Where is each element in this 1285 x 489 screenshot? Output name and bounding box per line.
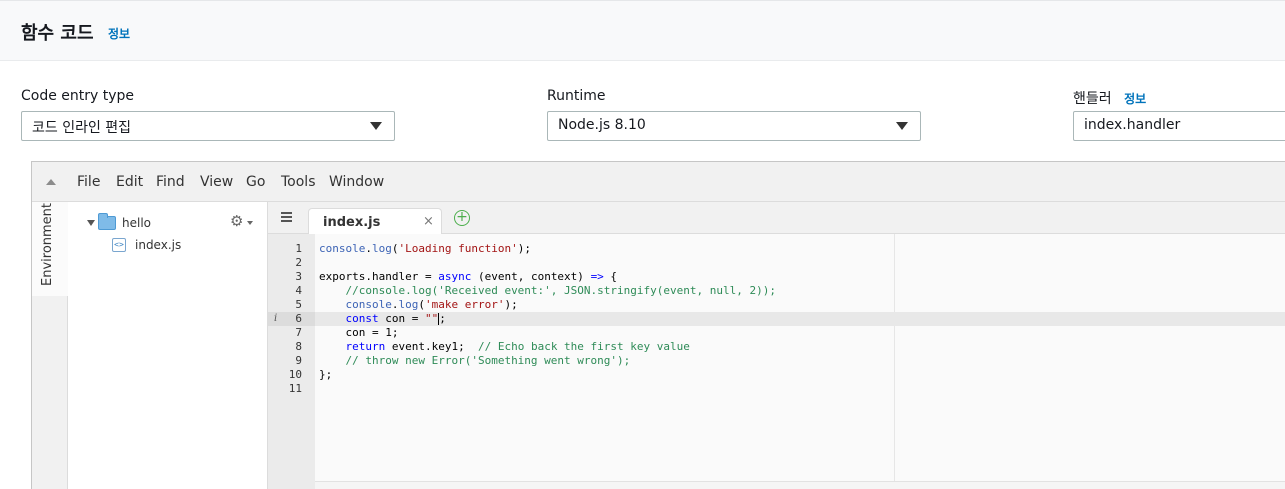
tab-index-js[interactable]: index.js × <box>308 208 442 235</box>
code-line: console.log('Loading function'); <box>319 242 531 255</box>
runtime-value: Node.js 8.10 <box>558 117 646 133</box>
file-tree: hello ⚙ <> index.js <box>68 202 268 489</box>
code-line: console.log('make error'); <box>345 298 518 311</box>
code-entry-type-value: 코드 인라인 편집 <box>32 120 132 136</box>
handler-info-link[interactable]: 정보 <box>1124 92 1146 106</box>
editor-tabbar: index.js × + <box>268 202 1285 235</box>
code-line: const con = ""; <box>345 312 446 325</box>
handler-label-row: 핸들러 정보 <box>1073 88 1146 108</box>
add-tab-icon[interactable]: + <box>454 210 470 226</box>
ide-menubar: File Edit Find View Go Tools Window <box>32 162 1285 202</box>
tab-list-icon[interactable] <box>279 212 292 223</box>
code-line: }; <box>319 368 333 381</box>
handler-input[interactable]: index.handler <box>1073 111 1285 141</box>
code-content[interactable]: console.log('Loading function'); exports.… <box>315 234 1285 489</box>
line-number: 1 <box>295 242 302 255</box>
code-line: return event.key1; // Echo back the firs… <box>345 340 690 353</box>
horizontal-scrollbar[interactable] <box>315 481 1285 489</box>
side-panel-tabs: Environment <box>32 202 68 489</box>
chevron-down-icon <box>896 122 908 130</box>
runtime-label: Runtime <box>547 88 606 104</box>
gear-caret-icon <box>247 221 253 225</box>
page-title: 함수 코드 <box>21 23 94 44</box>
tab-environment[interactable]: Environment <box>32 202 68 296</box>
line-number: 11 <box>288 382 302 395</box>
menu-go[interactable]: Go <box>246 174 265 190</box>
line-number-gutter: 1 2 3 4 5 6 i 7 8 9 10 11 <box>268 234 315 489</box>
line-number: 10 <box>288 368 302 381</box>
code-line: // throw new Error('Something went wrong… <box>345 354 631 367</box>
menu-view[interactable]: View <box>200 174 233 190</box>
menu-tools[interactable]: Tools <box>281 174 316 190</box>
menu-edit[interactable]: Edit <box>116 174 143 190</box>
file-index-js[interactable]: index.js <box>135 238 181 252</box>
environment-tab-label: Environment <box>40 202 55 286</box>
code-entry-type-label: Code entry type <box>21 88 135 104</box>
close-icon[interactable]: × <box>423 214 434 229</box>
info-annotation-icon[interactable]: i <box>274 312 277 326</box>
menu-find[interactable]: Find <box>156 174 185 190</box>
gear-icon[interactable]: ⚙ <box>230 214 243 229</box>
code-line: //console.log('Received event:', JSON.st… <box>345 284 776 297</box>
collapse-menu-icon[interactable] <box>46 179 56 185</box>
header-info-link[interactable]: 정보 <box>108 25 130 42</box>
line-number: 5 <box>295 298 302 311</box>
code-entry-type-select[interactable]: 코드 인라인 편집 <box>21 111 395 141</box>
line-number: 8 <box>295 340 302 353</box>
folder-icon <box>98 213 116 230</box>
line-number: 9 <box>295 354 302 367</box>
expand-folder-icon[interactable] <box>87 220 95 226</box>
menu-file[interactable]: File <box>77 174 100 190</box>
line-number: 2 <box>295 256 302 269</box>
line-number: 3 <box>295 270 302 283</box>
folder-hello[interactable]: hello <box>122 216 151 230</box>
handler-label: 핸들러 <box>1073 91 1112 107</box>
chevron-down-icon <box>370 122 382 130</box>
tab-label: index.js <box>323 215 381 230</box>
code-line: exports.handler = async (event, context)… <box>319 270 618 283</box>
js-file-icon: <> <box>112 238 126 252</box>
line-number: 4 <box>295 284 302 297</box>
code-line: con = 1; <box>319 326 399 339</box>
menu-window[interactable]: Window <box>329 174 384 190</box>
active-line-highlight <box>315 312 1285 326</box>
print-margin <box>894 234 895 481</box>
code-editor-ide: File Edit Find View Go Tools Window Envi… <box>31 161 1285 489</box>
function-code-header: 함수 코드 정보 <box>0 0 1285 61</box>
editor-area: index.js × + 1 2 3 4 5 6 i 7 8 9 10 11 console.log(… <box>268 202 1285 489</box>
runtime-select[interactable]: Node.js 8.10 <box>547 111 921 141</box>
line-number: 7 <box>295 326 302 339</box>
